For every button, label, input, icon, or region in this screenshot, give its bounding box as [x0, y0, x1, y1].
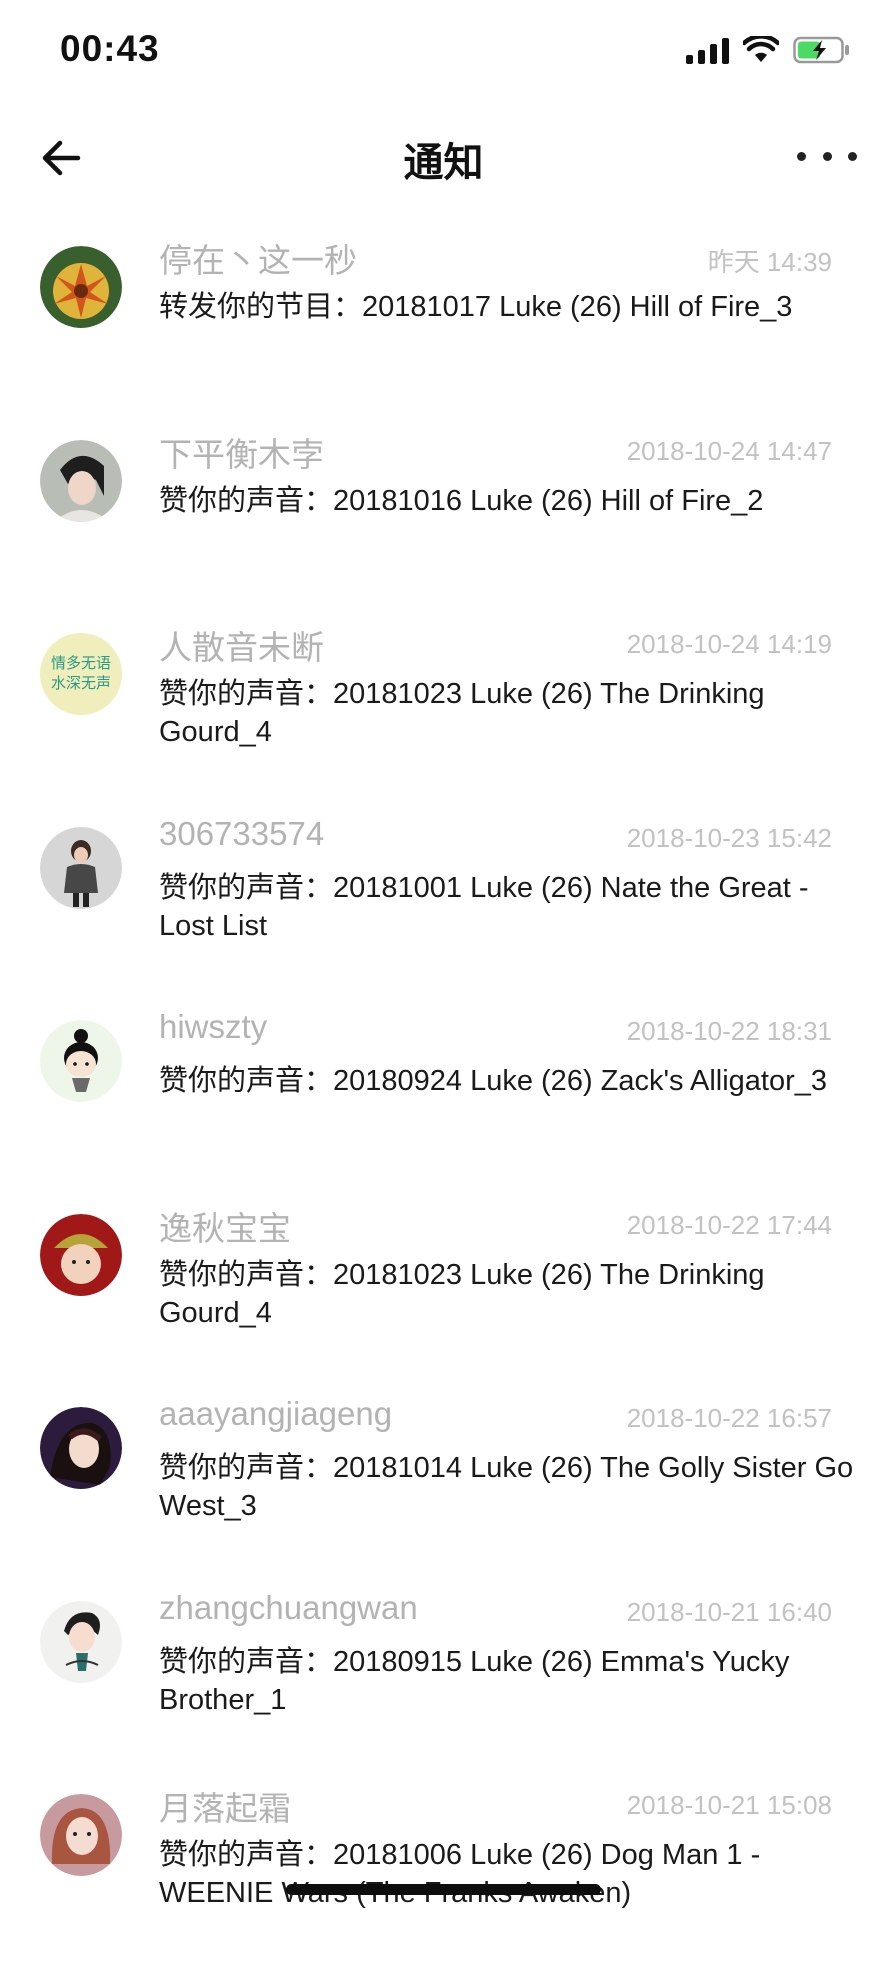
notification-item[interactable]: aaayangjiageng 2018-10-22 16:57 赞你的声音：20…: [0, 1393, 887, 1587]
status-icons: [686, 36, 851, 64]
notification-message: 赞你的声音：20181014 Luke (26) The Golly Siste…: [159, 1452, 854, 1522]
notification-sender-name[interactable]: zhangchuangwan: [159, 1589, 418, 1627]
notification-sender-name[interactable]: hiwszty: [159, 1008, 267, 1046]
notification-timestamp: 2018-10-24 14:19: [626, 629, 832, 659]
notification-timestamp: 2018-10-22 18:31: [626, 1016, 832, 1046]
avatar[interactable]: [40, 1213, 122, 1296]
notification-timestamp: 2018-10-22 17:44: [626, 1209, 832, 1240]
notification-timestamp: 2018-10-21 16:40: [626, 1596, 832, 1627]
notification-message: 赞你的声音：20180915 Luke (26) Emma's Yucky Br…: [159, 1645, 790, 1716]
notification-timestamp: 昨天 14:39: [707, 247, 832, 277]
notification-sender-name[interactable]: 306733574: [159, 815, 324, 853]
battery-charging-icon: [793, 36, 849, 64]
notification-item[interactable]: 月落起霜 2018-10-21 15:08 赞你的声音：20181006 Luk…: [0, 1780, 887, 1974]
notification-timestamp: 2018-10-21 15:08: [626, 1790, 832, 1820]
notification-item[interactable]: hiwszty 2018-10-22 18:31 赞你的声音：20180924 …: [0, 1006, 887, 1200]
notification-message: 赞你的声音：20181023 Luke (26) The Drinking Go…: [159, 678, 765, 748]
avatar[interactable]: [40, 1407, 122, 1489]
notification-item[interactable]: 情多无语 水深无声 人散音未断 2018-10-24 14:19 赞你的声音：20…: [0, 619, 887, 813]
avatar[interactable]: [40, 1794, 122, 1876]
notification-sender-name[interactable]: 停在丶这一秒: [159, 234, 357, 282]
avatar[interactable]: [40, 826, 122, 909]
notification-list: 停在丶这一秒 昨天 14:39 转发你的节目：20181017 Luke (26…: [0, 232, 887, 1974]
avatar[interactable]: [40, 1020, 122, 1102]
more-dot-icon: [822, 151, 832, 161]
notification-item[interactable]: 下平衡木孛 2018-10-24 14:47 赞你的声音：20181016 Lu…: [0, 426, 887, 620]
notification-sender-name[interactable]: 逸秋宝宝: [159, 1202, 291, 1250]
notification-message: 赞你的声音：20181001 Luke (26) Nate the Great …: [159, 871, 809, 942]
more-dot-icon: [848, 151, 857, 161]
more-button[interactable]: [797, 136, 857, 176]
notification-message: 转发你的节目：20181017 Luke (26) Hill of Fire_3: [159, 291, 793, 323]
notification-item[interactable]: 逸秋宝宝 2018-10-22 17:44 赞你的声音：20181023 Luk…: [0, 1200, 887, 1394]
status-bar: 00:43: [0, 0, 887, 100]
navigation-bar: 通知: [0, 110, 887, 200]
notification-timestamp: 2018-10-23 15:42: [626, 822, 832, 853]
notification-item[interactable]: 停在丶这一秒 昨天 14:39 转发你的节目：20181017 Luke (26…: [0, 232, 887, 426]
notification-timestamp: 2018-10-24 14:47: [626, 435, 832, 466]
avatar-calligraphy: 情多无语 水深无声: [50, 654, 111, 692]
avatar[interactable]: 情多无语 水深无声: [40, 633, 122, 715]
avatar[interactable]: [40, 439, 122, 522]
more-dot-icon: [797, 151, 806, 161]
avatar[interactable]: [40, 1600, 122, 1683]
status-time: 00:43: [60, 28, 160, 69]
notification-message: 赞你的声音：20180924 Luke (26) Zack's Alligato…: [159, 1065, 828, 1097]
notification-sender-name[interactable]: 下平衡木孛: [159, 428, 324, 476]
wifi-icon: [743, 36, 779, 62]
notification-sender-name[interactable]: aaayangjiageng: [159, 1395, 392, 1433]
notification-sender-name[interactable]: 人散音未断: [159, 621, 324, 669]
home-indicator[interactable]: [286, 1884, 601, 1895]
notification-sender-name[interactable]: 月落起霜: [159, 1782, 291, 1830]
notification-item[interactable]: 306733574 2018-10-23 15:42 赞你的声音：2018100…: [0, 813, 887, 1007]
notification-timestamp: 2018-10-22 16:57: [626, 1403, 832, 1433]
notification-message: 赞你的声音：20181006 Luke (26) Dog Man 1 - WEE…: [159, 1839, 761, 1909]
cellular-signal-icon: [686, 36, 729, 64]
notification-message: 赞你的声音：20181016 Luke (26) Hill of Fire_2: [159, 484, 764, 517]
notification-message: 赞你的声音：20181023 Luke (26) The Drinking Go…: [159, 1258, 765, 1329]
page-title: 通知: [403, 141, 484, 185]
notification-item[interactable]: zhangchuangwan 2018-10-21 16:40 赞你的声音：20…: [0, 1587, 887, 1781]
avatar[interactable]: [40, 246, 122, 328]
